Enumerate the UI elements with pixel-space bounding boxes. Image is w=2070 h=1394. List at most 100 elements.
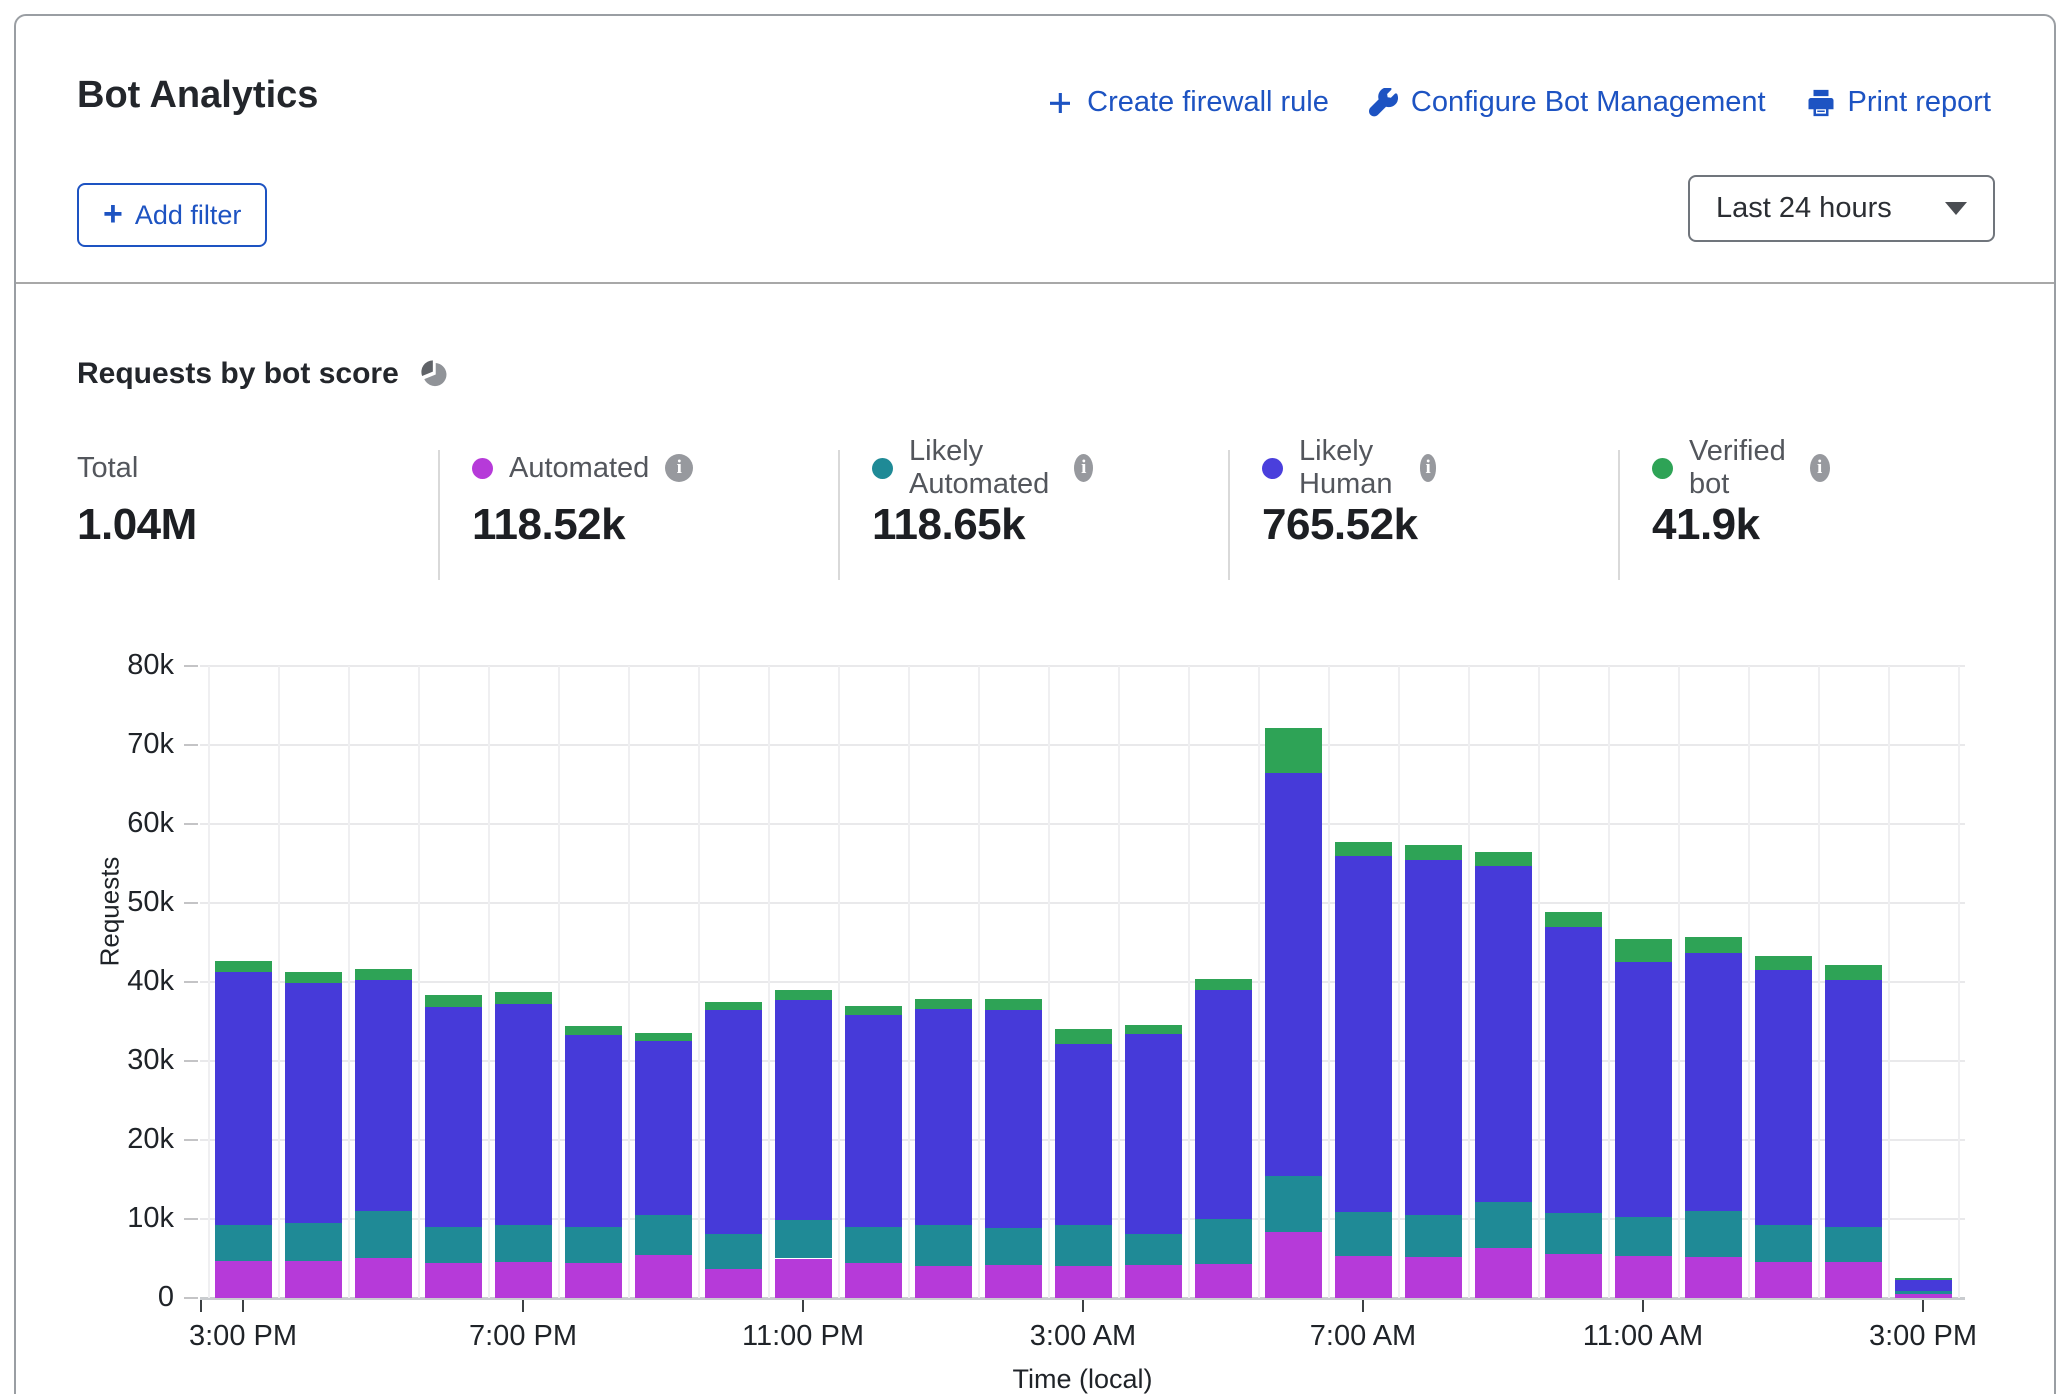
bar-segment-likely-automated <box>565 1227 622 1263</box>
bar-segment-verified-bot <box>1125 1025 1182 1034</box>
y-tick-mark <box>184 1218 198 1220</box>
y-axis-title: Requests <box>95 832 126 992</box>
bar-segment-likely-automated <box>1895 1291 1952 1294</box>
bar-segment-automated <box>1265 1232 1322 1298</box>
bar-segment-verified-bot <box>915 999 972 1008</box>
x-tick-label: 3:00 PM <box>1838 1320 2008 1353</box>
y-tick-mark <box>184 1060 198 1062</box>
bar-segment-verified-bot <box>355 969 412 981</box>
x-tick-mark <box>1642 1300 1644 1312</box>
bar-segment-verified-bot <box>1405 845 1462 859</box>
gridline-vertical <box>488 666 490 1298</box>
gridline-horizontal <box>200 744 1965 746</box>
gridline-vertical <box>978 666 980 1298</box>
bar-segment-likely-automated <box>775 1220 832 1259</box>
bar-segment-likely-automated <box>1195 1219 1252 1264</box>
bar-segment-automated <box>1615 1256 1672 1298</box>
bar-segment-likely-automated <box>705 1234 762 1269</box>
bar-segment-likely-human <box>915 1009 972 1225</box>
gridline-vertical <box>1818 666 1820 1298</box>
gridline-horizontal <box>200 902 1965 904</box>
bar-segment-verified-bot <box>285 972 342 983</box>
y-tick-mark <box>184 981 198 983</box>
bar-segment-likely-automated <box>845 1227 902 1263</box>
y-tick-mark <box>184 902 198 904</box>
bar-segment-automated <box>495 1262 552 1298</box>
bar-segment-likely-automated <box>985 1228 1042 1264</box>
y-tick-label: 70k <box>54 728 174 761</box>
bot-analytics-page: Bot Analytics Create firewall ruleConfig… <box>0 0 2070 1394</box>
bar-segment-likely-human <box>215 972 272 1225</box>
bar-segment-likely-automated <box>1825 1227 1882 1262</box>
gridline-vertical <box>1538 666 1540 1298</box>
bar-segment-verified-bot <box>635 1033 692 1041</box>
bar-segment-automated <box>635 1255 692 1298</box>
bar-segment-likely-human <box>425 1007 482 1227</box>
gridline-vertical <box>1608 666 1610 1298</box>
bar-segment-likely-human <box>1545 927 1602 1213</box>
bar-segment-verified-bot <box>215 961 272 971</box>
gridline-vertical <box>768 666 770 1298</box>
bar-segment-likely-human <box>1125 1034 1182 1234</box>
gridline-horizontal <box>200 823 1965 825</box>
bar-segment-likely-human <box>775 1000 832 1220</box>
gridline-vertical <box>1398 666 1400 1298</box>
bar-segment-likely-automated <box>355 1211 412 1258</box>
bar-segment-automated <box>1405 1257 1462 1298</box>
bar-segment-verified-bot <box>1055 1029 1112 1043</box>
bar-segment-automated <box>1685 1257 1742 1298</box>
bar-segment-likely-human <box>1475 866 1532 1203</box>
gridline-vertical <box>1888 666 1890 1298</box>
bar-segment-verified-bot <box>705 1002 762 1011</box>
bar-segment-automated <box>285 1261 342 1298</box>
bar-segment-automated <box>1895 1294 1952 1298</box>
bar-segment-likely-human <box>1685 953 1742 1211</box>
bar-segment-verified-bot <box>565 1026 622 1035</box>
bar-segment-likely-human <box>635 1041 692 1215</box>
bar-segment-likely-human <box>1615 962 1672 1217</box>
bar-segment-likely-automated <box>1475 1202 1532 1248</box>
x-tick-label: 11:00 PM <box>718 1320 888 1353</box>
x-tick-label: 3:00 AM <box>998 1320 1168 1353</box>
bar-segment-verified-bot <box>495 992 552 1004</box>
gridline-vertical <box>1748 666 1750 1298</box>
bar-segment-verified-bot <box>1475 852 1532 866</box>
bar-segment-likely-automated <box>1615 1217 1672 1256</box>
bar-segment-likely-automated <box>215 1225 272 1261</box>
y-tick-label: 20k <box>54 1123 174 1156</box>
x-tick-label: 11:00 AM <box>1558 1320 1728 1353</box>
gridline-vertical <box>1328 666 1330 1298</box>
bar-segment-likely-automated <box>915 1225 972 1267</box>
y-tick-label: 80k <box>54 649 174 682</box>
bar-segment-likely-automated <box>425 1227 482 1263</box>
x-tick-mark <box>1922 1300 1924 1312</box>
bar-segment-automated <box>425 1263 482 1298</box>
bar-segment-likely-automated <box>1755 1225 1812 1263</box>
bar-segment-likely-human <box>1195 990 1252 1219</box>
x-tick-label: 3:00 PM <box>158 1320 328 1353</box>
bar-segment-verified-bot <box>1685 937 1742 953</box>
bar-segment-verified-bot <box>1545 912 1602 926</box>
gridline-vertical <box>558 666 560 1298</box>
bar-segment-verified-bot <box>1615 939 1672 963</box>
bar-segment-automated <box>355 1258 412 1298</box>
gridline-vertical <box>908 666 910 1298</box>
bar-segment-automated <box>985 1265 1042 1298</box>
gridline-vertical <box>418 666 420 1298</box>
gridline-vertical <box>1188 666 1190 1298</box>
gridline-horizontal <box>200 665 1965 667</box>
bar-segment-automated <box>565 1263 622 1298</box>
gridline-vertical <box>1258 666 1260 1298</box>
bar-segment-likely-human <box>565 1035 622 1227</box>
gridline-vertical <box>1958 666 1960 1298</box>
requests-chart: 010k20k30k40k50k60k70k80k3:00 PM7:00 PM1… <box>16 16 2070 1394</box>
bar-segment-likely-automated <box>1055 1225 1112 1265</box>
bar-segment-likely-human <box>285 983 342 1223</box>
bar-segment-automated <box>1545 1254 1602 1298</box>
bar-segment-likely-automated <box>285 1223 342 1261</box>
bar-segment-likely-human <box>1405 860 1462 1216</box>
bar-segment-likely-human <box>1755 970 1812 1224</box>
bar-segment-automated <box>1335 1256 1392 1298</box>
bar-segment-likely-automated <box>1685 1211 1742 1257</box>
gridline-vertical <box>348 666 350 1298</box>
